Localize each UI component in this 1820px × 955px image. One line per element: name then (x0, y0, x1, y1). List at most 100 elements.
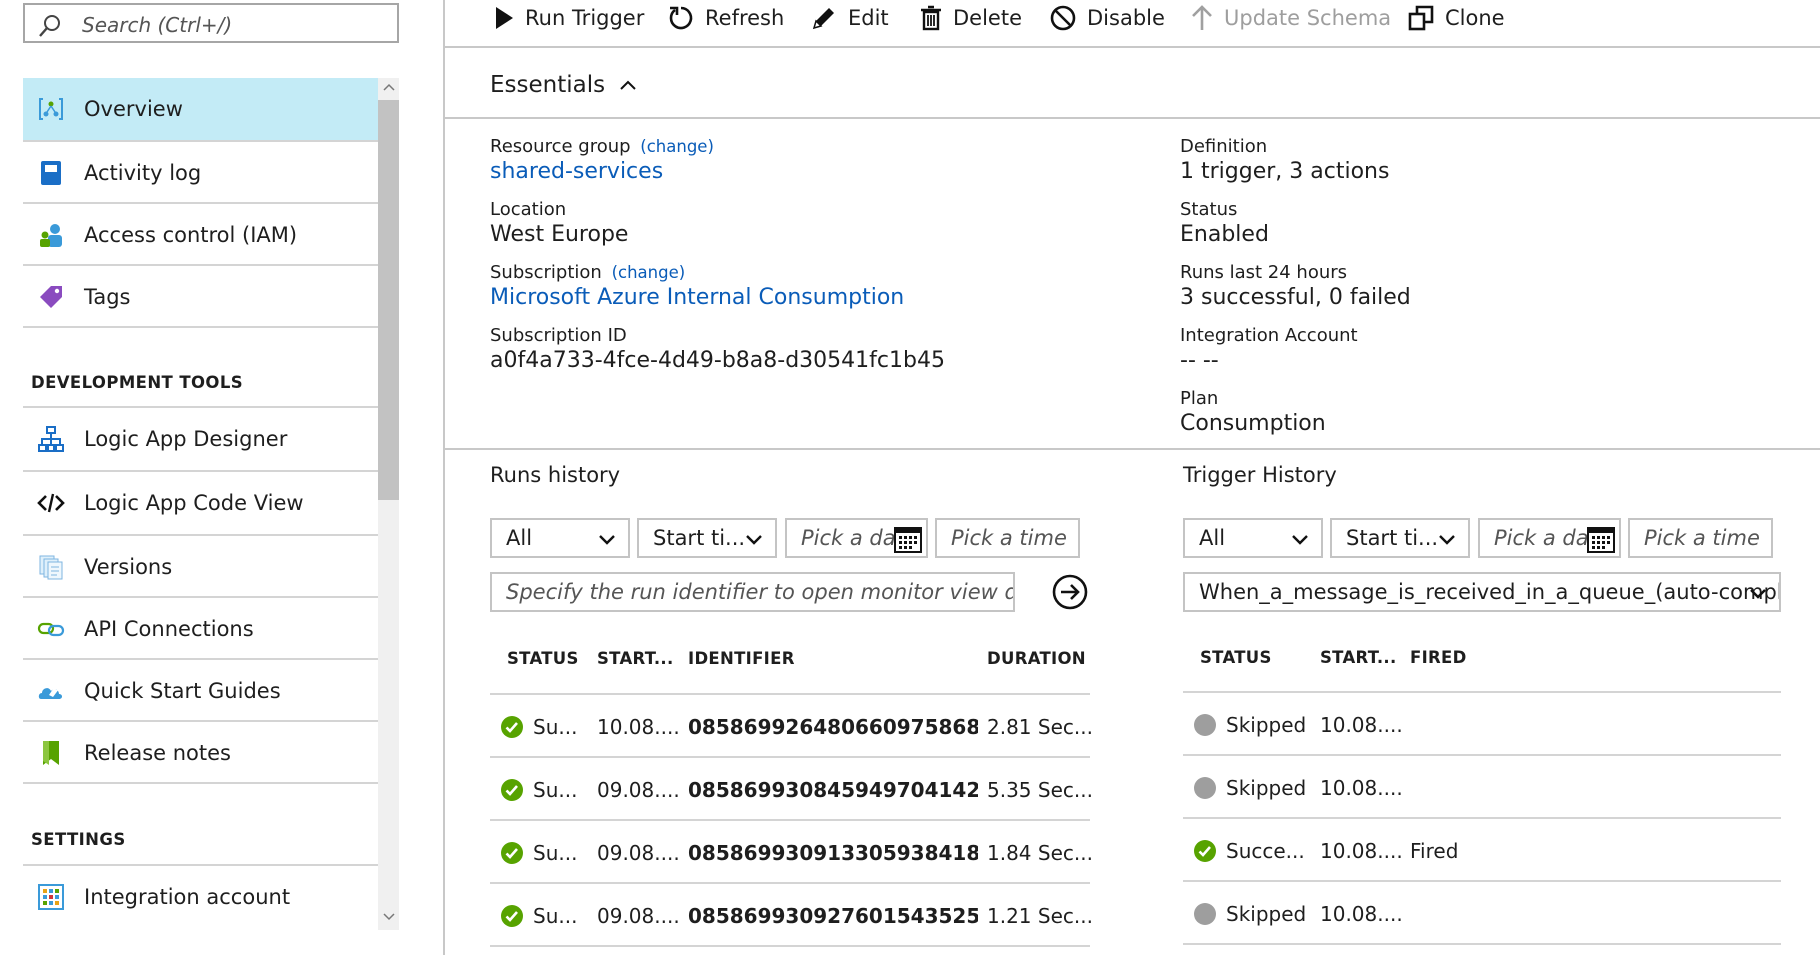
tag-icon (37, 283, 65, 311)
run-identifier[interactable]: 0858699309133059384189 1... (688, 841, 978, 865)
code-icon (37, 489, 65, 517)
versions-icon (37, 553, 65, 581)
sidebar-nav: Overview Activity log Access control (IA… (23, 78, 399, 928)
run-status: Su... (533, 841, 578, 865)
sidebar-item-logic-app-designer[interactable]: Logic App Designer (23, 408, 378, 470)
trigger-select-value: When_a_message_is_received_in_a_queue_(a… (1199, 580, 1781, 604)
run-identifier[interactable]: 0858699264806609758687 1... (688, 715, 978, 739)
sidebar-item-release-notes[interactable]: Release notes (23, 722, 378, 784)
search-placeholder: Search (Ctrl+/) (82, 13, 233, 37)
sidebar-item-label: Tags (84, 285, 131, 309)
runs-time-picker[interactable]: Pick a time (935, 518, 1080, 558)
runs-col-status[interactable]: STATUS (507, 649, 579, 668)
essentials-toggle[interactable]: Essentials (490, 72, 637, 98)
edit-button[interactable]: Edit (810, 0, 889, 36)
refresh-button[interactable]: Refresh (667, 0, 784, 36)
sidebar-item-tags[interactable]: Tags (23, 266, 378, 328)
overview-icon (37, 95, 65, 123)
toolbar-divider (445, 46, 1820, 48)
definition-label: Definition (1180, 136, 1268, 157)
calendar-icon[interactable] (894, 525, 922, 553)
calendar-icon[interactable] (1587, 525, 1615, 553)
runs-col-start[interactable]: START... (597, 649, 674, 668)
edit-label: Edit (848, 6, 889, 30)
runs-time-placeholder: Pick a time (951, 526, 1067, 550)
run-identifier-input[interactable]: Specify the run identifier to open monit… (490, 572, 1015, 612)
run-identifier[interactable]: 0858699309276015435252 1... (688, 904, 978, 928)
trigger-start-time-filter[interactable]: Start ti... (1330, 518, 1470, 558)
sidebar-item-activity-log[interactable]: Activity log (23, 142, 378, 204)
trigger-select[interactable]: When_a_message_is_received_in_a_queue_(a… (1183, 572, 1781, 612)
trigger-status-filter[interactable]: All (1183, 518, 1323, 558)
sidebar-item-api-connections[interactable]: API Connections (23, 598, 378, 660)
runs-col-identifier[interactable]: IDENTIFIER (688, 649, 795, 668)
run-duration: 5.35 Sec... (987, 778, 1093, 802)
subscription-link[interactable]: Microsoft Azure Internal Consumption (490, 285, 904, 310)
sidebar-item-logic-app-code-view[interactable]: Logic App Code View (23, 472, 378, 534)
divider (23, 782, 378, 784)
trigger-status-filter-value: All (1199, 526, 1226, 550)
trigger-status: Skipped (1226, 713, 1307, 737)
chevron-down-icon (746, 535, 762, 545)
chevron-down-icon (1750, 589, 1766, 599)
run-duration: 1.84 Sec... (987, 841, 1093, 865)
location-value: West Europe (490, 222, 629, 247)
scroll-up-icon[interactable] (383, 82, 395, 92)
definition-value: 1 trigger, 3 actions (1180, 159, 1390, 184)
update-schema-button[interactable]: Update Schema (1190, 0, 1391, 36)
delete-button[interactable]: Delete (919, 0, 1022, 36)
trigger-time-placeholder: Pick a time (1644, 526, 1760, 550)
update-schema-label: Update Schema (1224, 6, 1392, 30)
section-header-settings: SETTINGS (31, 830, 126, 849)
success-icon (501, 842, 523, 864)
essentials-divider (445, 117, 1820, 119)
sidebar-item-label: Versions (84, 555, 173, 579)
trigger-col-start[interactable]: START... (1320, 648, 1397, 667)
release-notes-icon (37, 739, 65, 767)
trigger-start: 10.08.... (1320, 713, 1403, 737)
search-input[interactable]: Search (Ctrl+/) (23, 3, 399, 43)
sidebar-item-label: Access control (IAM) (84, 223, 298, 247)
change-subscription-link[interactable]: (change) (612, 263, 686, 282)
trigger-start: 10.08.... (1320, 902, 1403, 926)
trigger-status: Succe... (1226, 839, 1305, 863)
plan-value: Consumption (1180, 411, 1326, 436)
sidebar-item-overview[interactable]: Overview (23, 78, 378, 140)
trigger-col-fired[interactable]: FIRED (1410, 648, 1467, 667)
resource-group-link[interactable]: shared-services (490, 159, 663, 184)
scrollbar-thumb[interactable] (378, 100, 399, 500)
change-resource-group-link[interactable]: (change) (640, 137, 714, 156)
run-status: Su... (533, 715, 578, 739)
run-start: 10.08.... (597, 715, 680, 739)
chevron-down-icon (1439, 535, 1455, 545)
run-trigger-button[interactable]: Run Trigger (493, 0, 644, 36)
runs-start-time-filter[interactable]: Start ti... (637, 518, 777, 558)
run-start: 09.08.... (597, 778, 680, 802)
disable-button[interactable]: Disable (1049, 0, 1165, 36)
activity-log-icon (37, 159, 65, 187)
scroll-down-icon[interactable] (383, 912, 395, 922)
trigger-date-picker[interactable]: Pick a date (1478, 518, 1621, 558)
sidebar-item-access-control[interactable]: Access control (IAM) (23, 204, 378, 266)
clone-button[interactable]: Clone (1407, 0, 1505, 36)
run-identifier[interactable]: 0858699308459497041428... (688, 778, 978, 802)
runs-start-time-value: Start ti... (653, 526, 746, 550)
sidebar-item-versions[interactable]: Versions (23, 536, 378, 598)
divider (490, 945, 1090, 947)
open-monitor-arrow-icon[interactable] (1052, 574, 1088, 610)
runs-col-duration[interactable]: DURATION (987, 649, 1086, 668)
sidebar-item-label: Logic App Code View (84, 491, 304, 515)
trigger-time-picker[interactable]: Pick a time (1628, 518, 1773, 558)
run-duration: 1.21 Sec... (987, 904, 1093, 928)
clone-label: Clone (1445, 6, 1505, 30)
play-icon (496, 7, 513, 29)
sidebar-item-quick-start-guides[interactable]: Quick Start Guides (23, 660, 378, 722)
refresh-icon (669, 6, 693, 30)
run-start: 09.08.... (597, 841, 680, 865)
trigger-status: Skipped (1226, 902, 1307, 926)
chevron-up-icon (620, 80, 636, 90)
sidebar-item-integration-account[interactable]: Integration account (23, 866, 378, 928)
runs-status-filter[interactable]: All (490, 518, 630, 558)
runs-date-picker[interactable]: Pick a date (785, 518, 928, 558)
trigger-col-status[interactable]: STATUS (1200, 648, 1272, 667)
